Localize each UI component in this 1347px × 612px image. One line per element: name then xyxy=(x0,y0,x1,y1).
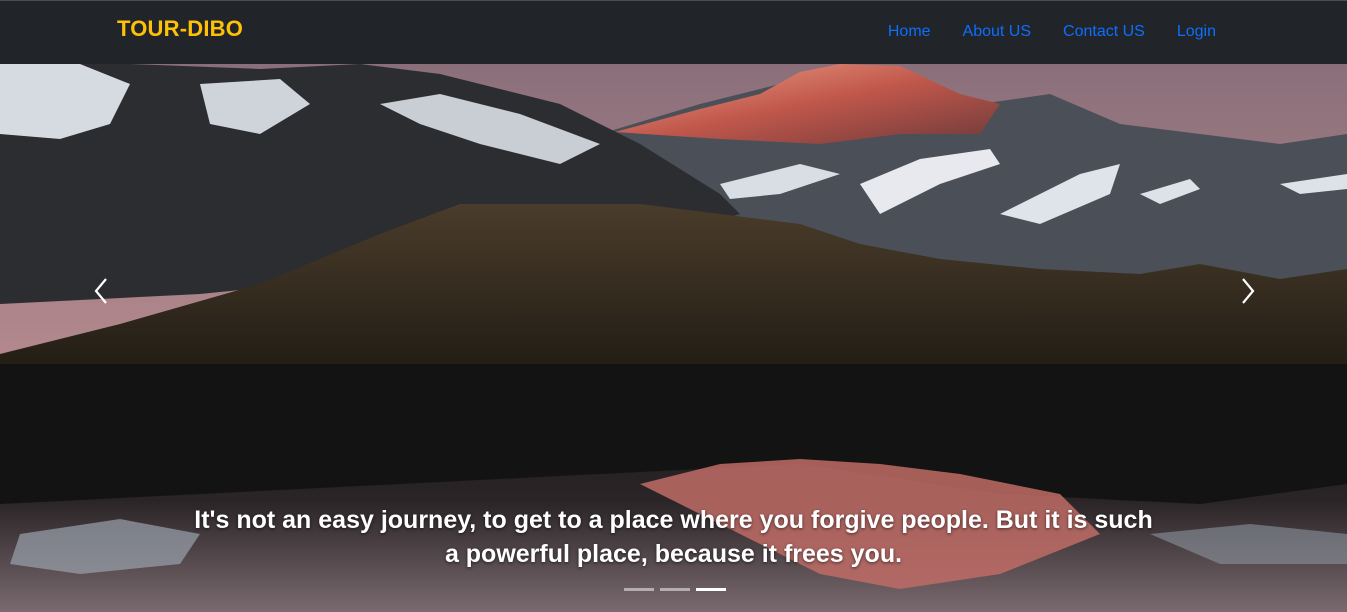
carousel-prev-button[interactable] xyxy=(81,276,121,306)
carousel-indicator-2[interactable] xyxy=(660,588,690,591)
nav-link-about[interactable]: About US xyxy=(963,23,1031,41)
navbar: TOUR-DIBO Home About US Contact US Login xyxy=(0,0,1347,64)
carousel-next-button[interactable] xyxy=(1228,276,1268,306)
carousel-caption: It's not an easy journey, to get to a pl… xyxy=(194,506,1153,568)
nav-link-contact[interactable]: Contact US xyxy=(1063,23,1145,41)
hero-carousel: It's not an easy journey, to get to a pl… xyxy=(0,64,1347,612)
carousel-indicators xyxy=(624,588,726,591)
nav-links: Home About US Contact US Login xyxy=(888,23,1216,41)
chevron-right-icon xyxy=(1242,278,1255,304)
nav-link-home[interactable]: Home xyxy=(888,23,931,41)
brand-logo[interactable]: TOUR-DIBO xyxy=(117,16,243,42)
chevron-left-icon xyxy=(94,278,107,304)
carousel-indicator-3[interactable] xyxy=(696,588,726,591)
carousel-indicator-1[interactable] xyxy=(624,588,654,591)
nav-link-login[interactable]: Login xyxy=(1177,23,1216,41)
